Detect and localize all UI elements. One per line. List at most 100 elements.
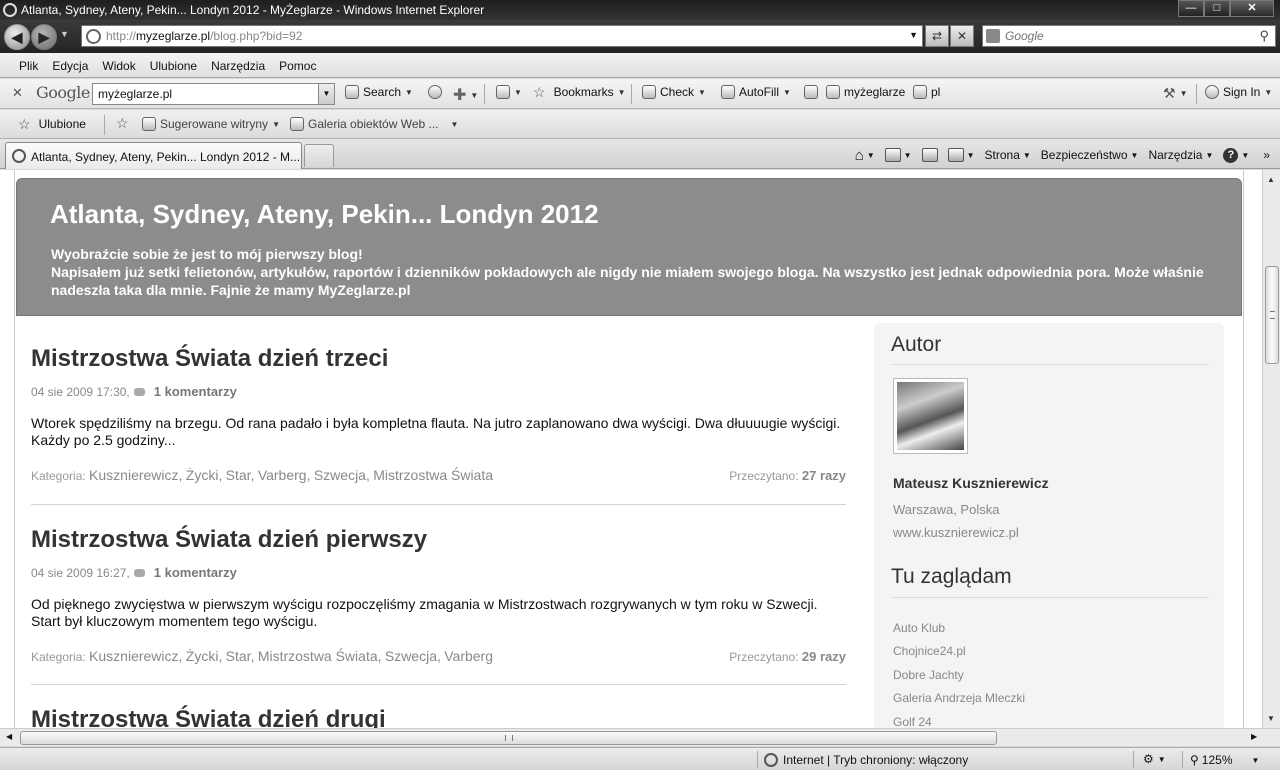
more-commands-icon[interactable]: » — [1263, 148, 1270, 162]
new-tab-button[interactable] — [304, 144, 334, 167]
sign-in-button[interactable]: Sign In ▼ — [1205, 85, 1272, 99]
category-link[interactable]: Szwecja — [314, 467, 366, 483]
add-button-icon[interactable]: ✚ ▼ — [453, 85, 478, 105]
author-name[interactable]: Mateusz Kusznierewicz — [893, 475, 1049, 491]
search-icon[interactable]: ⚲ — [1259, 28, 1269, 44]
scroll-up-icon[interactable]: ▲ — [1267, 175, 1275, 184]
autofill-button[interactable]: AutoFill ▼ — [721, 85, 791, 99]
google-search-field[interactable]: ▼ — [92, 83, 335, 105]
category-link[interactable]: Star — [226, 467, 251, 483]
address-dropdown[interactable]: ▼ — [909, 30, 918, 40]
vertical-scroll-thumb[interactable] — [1265, 266, 1279, 364]
share-button[interactable]: ▼ — [496, 85, 522, 99]
links-heading: Tu zaglądam — [891, 565, 1012, 588]
category-link[interactable]: Życki — [186, 648, 219, 664]
web-slice-gallery-button[interactable]: Galeria obiektów Web ... ▼ — [290, 117, 458, 131]
print-icon — [947, 148, 964, 162]
translate-icon[interactable] — [428, 85, 442, 99]
spellcheck-button[interactable]: Check ▼ — [642, 85, 706, 99]
print-button[interactable]: ▼ — [947, 148, 975, 162]
menu-tools[interactable]: Narzędzia — [204, 53, 272, 77]
maximize-button[interactable]: □ — [1204, 0, 1230, 17]
stop-button[interactable]: ✕ — [950, 25, 974, 47]
horizontal-scroll-thumb[interactable] — [20, 731, 997, 745]
google-query-dropdown[interactable]: ▼ — [318, 84, 334, 104]
sidebar-link[interactable]: Galeria Andrzeja Mleczki — [893, 691, 1025, 705]
address-url[interactable]: http://myzeglarze.pl/blog.php?bid=92 — [106, 29, 302, 43]
menu-view[interactable]: Widok — [95, 53, 142, 77]
globe-icon — [764, 753, 778, 767]
menu-favorites[interactable]: Ulubione — [143, 53, 204, 77]
category-link[interactable]: Varberg — [258, 467, 307, 483]
category-link[interactable]: Mistrzostwa Świata — [258, 648, 378, 664]
recent-pages-dropdown[interactable]: ▼ — [60, 29, 69, 39]
toolbar-divider — [104, 115, 105, 135]
tab-active[interactable]: Atlanta, Sydney, Ateny, Pekin... Londyn … — [5, 142, 302, 169]
toolbar-settings-button[interactable]: ⚒ ▼ — [1163, 85, 1187, 102]
search-input[interactable] — [1005, 28, 1245, 44]
find-term-myzeglarze[interactable]: myżeglarze — [826, 85, 905, 99]
back-button[interactable]: ◀ — [4, 24, 30, 50]
protected-mode-button[interactable]: ⚙ ▼ — [1143, 752, 1166, 766]
refresh-button[interactable]: ⇄ — [925, 25, 949, 47]
favorites-button[interactable]: ☆ Ulubione — [18, 117, 86, 131]
post-read-count: Przeczytano: 27 razy — [729, 468, 846, 483]
post-title[interactable]: Mistrzostwa Świata dzień drugi — [31, 706, 846, 728]
address-bar[interactable]: http://myzeglarze.pl/blog.php?bid=92 ▼ — [81, 25, 923, 47]
comments-link[interactable]: 1 komentarzy — [154, 384, 237, 399]
post-title[interactable]: Mistrzostwa Świata dzień pierwszy — [31, 526, 846, 554]
search-icon — [345, 85, 359, 99]
category-link[interactable]: Mistrzostwa Świata — [373, 467, 493, 483]
google-search-button[interactable]: Search ▼ — [345, 85, 413, 99]
author-website-link[interactable]: www.kusznierewicz.pl — [893, 525, 1019, 540]
page-menu[interactable]: Strona ▼ — [985, 148, 1031, 162]
scroll-left-icon[interactable]: ◀ — [6, 732, 12, 741]
sidebar-link[interactable]: Dobre Jachty — [893, 668, 964, 682]
search-box[interactable]: ⚲ — [982, 25, 1276, 47]
category-link[interactable]: Kusznierewicz — [89, 467, 178, 483]
home-button[interactable]: ⌂ ▼ — [855, 147, 875, 164]
category-link[interactable]: Szwecja — [385, 648, 437, 664]
vertical-scrollbar[interactable]: ▲ ▼ — [1262, 170, 1280, 728]
scroll-down-icon[interactable]: ▼ — [1267, 714, 1275, 723]
tab-row: Atlanta, Sydney, Ateny, Pekin... Londyn … — [0, 139, 1280, 169]
category-link[interactable]: Życki — [186, 467, 219, 483]
scroll-right-icon[interactable]: ▶ — [1251, 732, 1257, 741]
sidebar-link[interactable]: Golf 24 — [893, 715, 932, 728]
feeds-button[interactable]: ▼ — [884, 148, 912, 162]
help-menu[interactable]: ? ▼ — [1223, 147, 1249, 163]
comments-link[interactable]: 1 komentarzy — [154, 565, 237, 580]
sidebar-link[interactable]: Chojnice24.pl — [893, 644, 966, 658]
suggested-sites-button[interactable]: Sugerowane witryny ▼ — [142, 117, 280, 131]
minimize-button[interactable]: — — [1178, 0, 1204, 17]
menu-edit[interactable]: Edycja — [45, 53, 95, 77]
highlight-button[interactable] — [804, 85, 818, 99]
close-toolbar-icon[interactable]: ✕ — [12, 85, 23, 101]
post-date: 04 sie 2009 17:30, — [31, 384, 130, 399]
add-favorite-icon[interactable]: ☆ — [116, 116, 129, 130]
horizontal-scrollbar[interactable]: ◀ ▶ — [0, 728, 1280, 746]
spellcheck-icon — [642, 85, 656, 99]
forward-button[interactable]: ▶ — [31, 24, 57, 50]
category-link[interactable]: Kusznierewicz — [89, 648, 178, 664]
security-zone[interactable]: Internet | Tryb chroniony: włączony — [764, 753, 968, 767]
toolbar-divider — [1196, 84, 1197, 104]
tools-menu[interactable]: Narzędzia ▼ — [1148, 148, 1213, 162]
read-mail-button[interactable] — [921, 148, 938, 162]
bookmarks-button[interactable]: ☆ Bookmarks ▼ — [533, 85, 626, 99]
close-window-button[interactable]: ✕ — [1230, 0, 1274, 17]
post-title[interactable]: Mistrzostwa Świata dzień trzeci — [31, 345, 846, 373]
avatar[interactable] — [893, 378, 968, 454]
google-query-input[interactable] — [98, 87, 318, 101]
menu-help[interactable]: Pomoc — [272, 53, 323, 77]
post-excerpt: Od pięknego zwycięstwa w pierwszym wyści… — [31, 596, 818, 629]
safety-menu[interactable]: Bezpieczeństwo ▼ — [1041, 148, 1139, 162]
category-link[interactable]: Varberg — [444, 648, 493, 664]
find-term-pl[interactable]: pl — [913, 85, 940, 99]
window-controls: — □ ✕ — [1178, 0, 1274, 17]
menu-file[interactable]: Plik — [12, 53, 45, 77]
sidebar-link[interactable]: Auto Klub — [893, 621, 945, 635]
zoom-button[interactable]: ⚲ 125% ▼ — [1190, 753, 1259, 767]
user-icon — [1205, 85, 1219, 99]
category-link[interactable]: Star — [226, 648, 251, 664]
